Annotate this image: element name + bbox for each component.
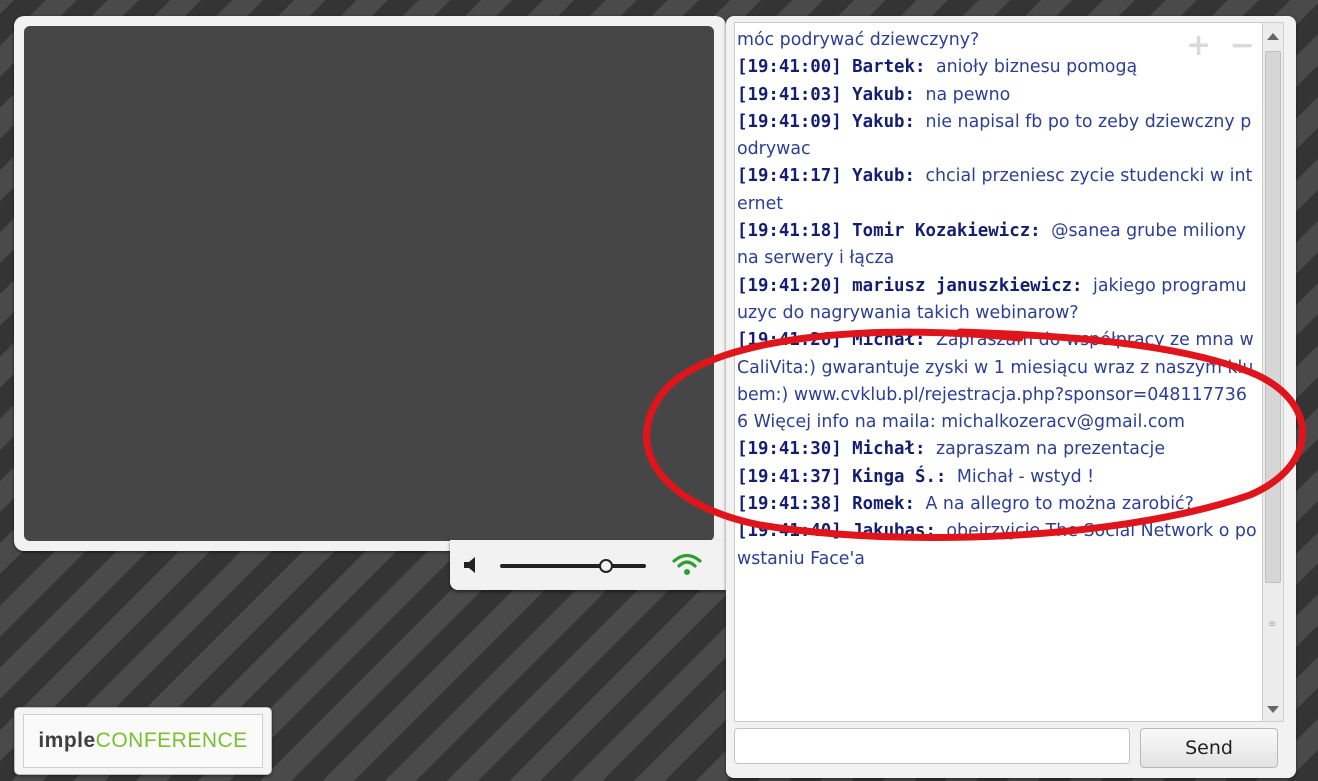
scroll-down-arrow-icon[interactable] bbox=[1267, 706, 1279, 713]
chat-message: [19:41:03] Yakub: na pewno bbox=[737, 82, 1257, 109]
chat-zoom-controls[interactable]: + − bbox=[1186, 31, 1259, 61]
chat-message-author: mariusz januszkiewicz: bbox=[852, 275, 1093, 296]
chat-message-text: anioły biznesu pomogą bbox=[935, 57, 1138, 78]
chat-messages: móc podrywać dziewczyny? [19:41:00] Barte… bbox=[737, 27, 1257, 573]
logo-part-imple: imple bbox=[38, 729, 96, 752]
volume-slider[interactable] bbox=[500, 559, 646, 573]
chat-message-text: móc podrywać dziewczyny? bbox=[737, 30, 980, 50]
chat-message: [19:41:40] Jakubas: obejrzyjcie The Soci… bbox=[737, 518, 1257, 573]
send-button[interactable]: Send bbox=[1140, 728, 1278, 768]
chat-scrollbar[interactable]: ≡ bbox=[1262, 22, 1284, 722]
chat-message: [19:41:17] Yakub: chcial przeniesc zycie… bbox=[737, 163, 1257, 218]
chat-message-header: [19:41:09] bbox=[737, 111, 853, 132]
chat-message-text: zapraszam na prezentacje bbox=[935, 439, 1166, 460]
chat-message-header: [19:41:20] bbox=[737, 275, 853, 296]
chat-message: [19:41:00] Bartek: anioły biznesu pomogą bbox=[737, 54, 1257, 81]
chat-message-header: [19:41:18] bbox=[737, 221, 853, 242]
video-panel bbox=[14, 16, 726, 551]
chat-message-header: [19:41:38] bbox=[737, 494, 853, 515]
imple-conference-logo: imple CONFERENCE bbox=[14, 707, 272, 775]
chat-message-author: Yakub: bbox=[852, 111, 926, 132]
chat-message-header: [19:41:26] bbox=[737, 330, 853, 351]
scroll-up-arrow-icon[interactable] bbox=[1267, 33, 1279, 40]
chat-message: [19:41:18] Tomir Kozakiewicz: @sanea gru… bbox=[737, 218, 1257, 273]
chat-message: móc podrywać dziewczyny? bbox=[737, 27, 1257, 54]
chat-message-input[interactable] bbox=[734, 728, 1130, 764]
chat-message-header: [19:41:40] bbox=[737, 521, 853, 542]
chat-message-author: Romek: bbox=[852, 494, 926, 515]
chat-message-author: Yakub: bbox=[852, 166, 926, 187]
chat-message-author: Yakub: bbox=[852, 84, 926, 105]
chat-message-text: na pewno bbox=[925, 84, 1011, 105]
chat-message-text: Michał - wstyd ! bbox=[956, 466, 1095, 487]
chat-message-author: Michał: bbox=[852, 330, 936, 351]
chat-message: [19:41:09] Yakub: nie napisal fb po to z… bbox=[737, 109, 1257, 164]
scrollbar-thumb[interactable] bbox=[1265, 51, 1281, 583]
wifi-signal-icon bbox=[672, 553, 702, 575]
chat-log[interactable]: móc podrywać dziewczyny? [19:41:00] Barte… bbox=[734, 22, 1264, 722]
logo-text: imple CONFERENCE bbox=[23, 714, 263, 768]
chat-message-author: Tomir Kozakiewicz: bbox=[852, 221, 1052, 242]
chat-message: [19:41:38] Romek: A na allegro to można … bbox=[737, 491, 1257, 518]
chat-message-header: [19:41:00] bbox=[737, 57, 853, 78]
video-screen[interactable] bbox=[24, 26, 714, 541]
chat-message: [19:41:30] Michał: zapraszam na prezenta… bbox=[737, 436, 1257, 463]
speaker-icon[interactable] bbox=[464, 556, 480, 574]
chat-message-author: Jakubas: bbox=[852, 521, 947, 542]
chat-panel: móc podrywać dziewczyny? [19:41:00] Barte… bbox=[726, 16, 1296, 778]
logo-part-conference: CONFERENCE bbox=[95, 729, 248, 752]
chat-message-header: [19:41:37] bbox=[737, 466, 853, 487]
chat-message: [19:41:37] Kinga Ś.: Michał - wstyd ! bbox=[737, 464, 1257, 491]
chat-message-header: [19:41:17] bbox=[737, 166, 853, 187]
scrollbar-grip-icon: ≡ bbox=[1268, 619, 1277, 630]
volume-slider-knob[interactable] bbox=[599, 559, 614, 573]
chat-message-author: Kinga Ś.: bbox=[852, 466, 957, 487]
chat-message-text: A na allegro to można zarobić? bbox=[925, 494, 1194, 515]
chat-message: [19:41:20] mariusz januszkiewicz: jakieg… bbox=[737, 273, 1257, 328]
chat-message-author: Bartek: bbox=[852, 57, 936, 78]
chat-message-author: Michał: bbox=[852, 439, 936, 460]
chat-message-header: [19:41:03] bbox=[737, 84, 853, 105]
chat-message: [19:41:26] Michał: Zapraszam do współpra… bbox=[737, 327, 1257, 436]
chat-message-header: [19:41:30] bbox=[737, 439, 853, 460]
audio-controls bbox=[450, 540, 726, 590]
